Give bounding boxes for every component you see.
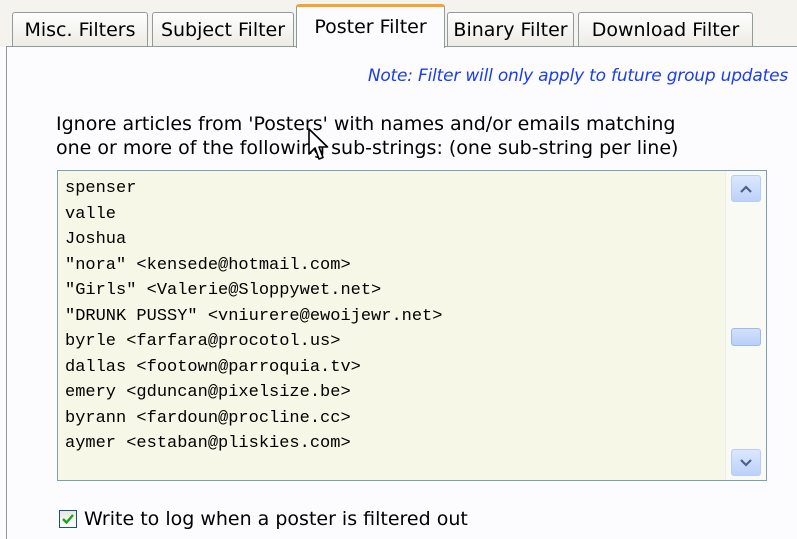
log-option: Write to log when a poster is filtered o… [59,508,468,530]
instructions-line: Ignore articles from 'Posters' with name… [56,113,676,135]
scroll-down-button[interactable] [731,449,761,476]
tab-label: Poster Filter [314,16,427,38]
poster-substring-line: dallas <footown@parroquia.tv> [65,357,361,377]
log-filtered-checkbox[interactable] [59,510,77,528]
tab-download-filter[interactable]: Download Filter [578,12,753,47]
tab-label: Subject Filter [160,19,286,41]
poster-substring-line: "Girls" <Valerie@Sloppywet.net> [65,281,382,300]
tab-subject-filter[interactable]: Subject Filter [152,12,294,47]
tab-label: Binary Filter [453,19,568,41]
poster-substring-line: aymer <estaban@pliskies.com> [65,434,351,453]
tab-poster-filter[interactable]: Poster Filter [296,4,445,48]
poster-substring-line: spenser [65,179,137,198]
poster-substring-line: emery <gduncan@pixelsize.be> [65,383,351,402]
instructions-line: one or more of the following sub-strings… [56,137,679,159]
tab-label: Misc. Filters [24,19,136,41]
vertical-scrollbar[interactable] [725,171,766,480]
poster-substring-line: valle [65,204,117,224]
poster-substring-line: "DRUNK PUSSY" <vniurere@ewoijewr.net> [65,306,443,326]
poster-substring-line: "nora" <kensede@hotmail.com> [65,255,351,275]
checkmark-icon [62,514,74,525]
poster-substring-line: byrann <fardoun@procline.cc> [65,408,351,428]
arrow-cursor-icon [308,128,329,160]
log-filtered-label[interactable]: Write to log when a poster is filtered o… [84,508,468,530]
poster-substrings-textarea[interactable]: spenser valle Joshua "nora" <kensede@hotmai… [57,170,767,481]
chevron-up-icon [740,185,752,193]
filter-note: Note: Filter will only apply to future g… [367,66,788,86]
instructions-text: Ignore articles from 'Posters' with name… [56,112,756,160]
poster-substring-line: Joshua [65,230,127,249]
poster-substring-lines: spenser valle Joshua "nora" <kensede@hotmai… [65,176,715,457]
filter-tabs: Misc. Filters Subject Filter Poster Filt… [0,0,797,48]
chevron-down-icon [740,459,752,467]
scrollbar-thumb[interactable] [731,327,761,346]
scroll-up-button[interactable] [731,175,761,202]
tab-binary-filter[interactable]: Binary Filter [447,12,574,47]
tab-label: Download Filter [591,19,740,41]
tab-misc-filters[interactable]: Misc. Filters [12,12,148,47]
poster-filter-dialog: Misc. Filters Subject Filter Poster Filt… [0,0,797,539]
poster-substring-line: byrle <farfara@procotol.us> [65,332,341,351]
